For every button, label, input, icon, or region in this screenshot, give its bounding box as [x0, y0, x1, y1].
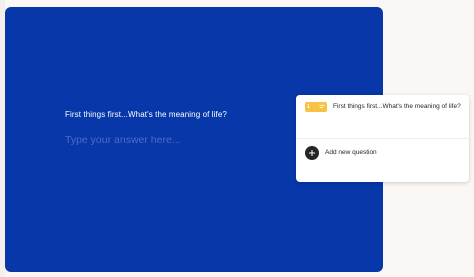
add-question-button[interactable]: Add new question [296, 138, 469, 182]
question-list-item[interactable]: 1 First things first...What's the meanin… [296, 95, 469, 139]
question-title[interactable]: First things first...What's the meaning … [65, 110, 305, 119]
short-text-icon [319, 105, 325, 108]
question-number: 1 [307, 104, 310, 110]
question-type-badge: 1 [305, 102, 327, 112]
question-list-label: First things first...What's the meaning … [333, 103, 461, 110]
question-panel: 1 First things first...What's the meanin… [296, 95, 469, 182]
builder-canvas: First things first...What's the meaning … [0, 0, 474, 277]
plus-icon [305, 146, 319, 160]
answer-input[interactable] [63, 132, 297, 148]
add-question-label: Add new question [325, 149, 377, 156]
